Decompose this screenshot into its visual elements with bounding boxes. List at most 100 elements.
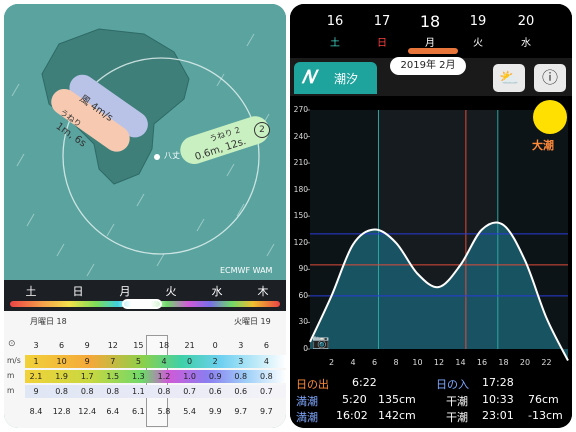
date-weekday: 火 [473, 38, 483, 49]
date-selector[interactable]: 16 土 17 日 18 月 19 火 20 水 [290, 4, 572, 58]
low2-height: -13cm [528, 409, 563, 422]
camera-icon[interactable]: 📷 [312, 334, 332, 350]
tide-panel: 16 土 17 日 18 月 19 火 20 水 𝑁 潮汐 2019年 2月 ⛅… [290, 4, 572, 428]
table-cell-period: 6.4 [106, 407, 120, 416]
wave-forecast-panel: 風 4m/s うねり 1m, 6s うねり 2 0.6m, 12s. 2 八丈 … [4, 4, 286, 428]
day-tab[interactable]: 木 [248, 283, 278, 299]
table-cell-wave: 0.9 [208, 372, 222, 381]
table-cell-period: 9.7 [260, 407, 273, 416]
high2-time: 16:02 [336, 409, 368, 422]
low1-time: 10:33 [482, 393, 514, 406]
date-number[interactable]: 17 [362, 14, 402, 29]
day-tab[interactable]: 火 [156, 283, 186, 299]
table-cell-swell: 0.6 [234, 387, 248, 396]
high1-time: 5:20 [342, 393, 367, 406]
x-tick-label: 10 [412, 358, 423, 367]
table-cell-wind: 0 [187, 357, 193, 366]
date-number[interactable]: 16 [315, 14, 355, 29]
x-tick-label: 2 [328, 358, 335, 367]
date-number-selected[interactable]: 18 [410, 12, 450, 31]
low-tide-label: 干潮 [446, 395, 468, 408]
table-cell-wind: 3 [238, 357, 244, 366]
table-cell-swell: 0.8 [106, 387, 120, 396]
date-weekday: 日 [377, 38, 387, 49]
table-cell-period: 8.4 [29, 407, 43, 416]
table-cell-wave: 1.2 [157, 372, 171, 381]
date-weekday: 月 [425, 38, 435, 49]
date-number[interactable]: 20 [506, 14, 546, 29]
table-cell-wind: 9 [84, 357, 90, 366]
table-cell-hours: 12 [107, 341, 118, 350]
table-cell-wave: 1.3 [132, 372, 145, 381]
y-tick-label: 120 [293, 237, 308, 247]
table-cell-swell: 0.8 [80, 387, 94, 396]
table-cell-hours: 3 [238, 341, 244, 350]
day-tab[interactable]: 日 [63, 283, 93, 299]
x-tick-label: 16 [476, 358, 488, 367]
weather-button[interactable]: ⛅ [493, 64, 525, 92]
table-cell-swell: 0.8 [55, 387, 68, 396]
x-tick-label: 18 [498, 358, 509, 367]
table-cell-hours: 9 [84, 341, 90, 350]
table-cell-swell: 1.1 [132, 387, 145, 396]
clock-icon: ⊙ [8, 339, 16, 349]
date-number[interactable]: 19 [458, 14, 498, 29]
x-tick-label: 12 [433, 358, 445, 367]
y-tick-label: 180 [293, 184, 308, 194]
y-tick-label: 90 [298, 264, 308, 274]
table-cell-hours: 21 [184, 341, 195, 350]
tide-info: 日の出 6:22 日の入 17:28 満潮 5:20 135cm 干潮 10:3… [290, 370, 572, 428]
tide-chart[interactable] [290, 96, 572, 366]
x-tick-label: 8 [393, 358, 399, 367]
x-tick-label: 20 [519, 358, 531, 367]
date-label-right: 火曜日 19 [234, 317, 271, 326]
high2-height: 142cm [378, 409, 416, 422]
table-cell-period: 5.8 [157, 407, 171, 416]
table-cell-period: 12.4 [78, 407, 97, 416]
date-weekday: 水 [521, 38, 531, 49]
x-tick-label: 6 [371, 358, 378, 367]
table-cell-period: 9.9 [208, 407, 222, 416]
y-tick-label: 150 [293, 211, 308, 221]
table-cell-wind: 4 [161, 357, 167, 366]
table-cell-swell: 0.7 [183, 387, 196, 396]
tide-wave-icon: 𝑁 [302, 67, 316, 88]
day-tab[interactable]: 土 [16, 283, 46, 299]
table-cell-wind: 10 [56, 357, 67, 366]
timeline-handle[interactable] [122, 299, 162, 309]
table-cell-wave: 1.5 [106, 372, 120, 381]
forecast-table: 月曜日 18 火曜日 19 ⊙ m/s m m 3 6 9 12 15 18 21 0 3 6 1 1… [4, 311, 286, 428]
y-tick-label: 210 [293, 158, 308, 168]
source-label: ECMWF WAM [220, 266, 273, 275]
y-tick-label: 240 [293, 131, 308, 141]
table-cell-wave: 0.8 [234, 372, 248, 381]
wave-map[interactable]: 風 4m/s うねり 1m, 6s うねり 2 0.6m, 12s. 2 八丈 … [4, 4, 286, 280]
swell2-badge: 2 [254, 122, 270, 138]
row-label-wind: m/s [7, 356, 21, 365]
info-button[interactable]: ⓘ [534, 64, 566, 92]
table-cell-period: 5.4 [183, 407, 196, 416]
table-cell-swell: 9 [33, 387, 39, 396]
table-cell-swell: 0.7 [260, 387, 273, 396]
x-tick-label: 4 [350, 358, 356, 367]
table-cell-period: 6.1 [132, 407, 145, 416]
table-cell-hours: 6 [263, 341, 269, 350]
y-tick-label: 60 [298, 290, 308, 300]
y-tick-label: 0 [303, 344, 308, 353]
day-selector[interactable]: 土 日 月 火 水 木 [4, 280, 286, 311]
sunrise-label: 日の出 [296, 378, 329, 391]
day-tab[interactable]: 月 [110, 283, 140, 299]
month-label[interactable]: 2019年 2月 [390, 57, 466, 75]
table-cell-hours: 18 [158, 341, 170, 350]
table-cell-wave: 1.0 [183, 372, 196, 381]
date-weekday: 土 [330, 38, 340, 49]
selected-date-indicator [408, 48, 458, 54]
sunset-time: 17:28 [482, 376, 514, 389]
tab-tide[interactable]: 𝑁 潮汐 [294, 62, 377, 94]
high1-height: 135cm [378, 393, 416, 406]
low2-time: 23:01 [482, 409, 514, 422]
table-cell-wind: 5 [135, 357, 141, 366]
day-tab[interactable]: 水 [202, 283, 232, 299]
row-label-swell: m [7, 386, 15, 395]
info-icon: ⓘ [541, 68, 558, 87]
